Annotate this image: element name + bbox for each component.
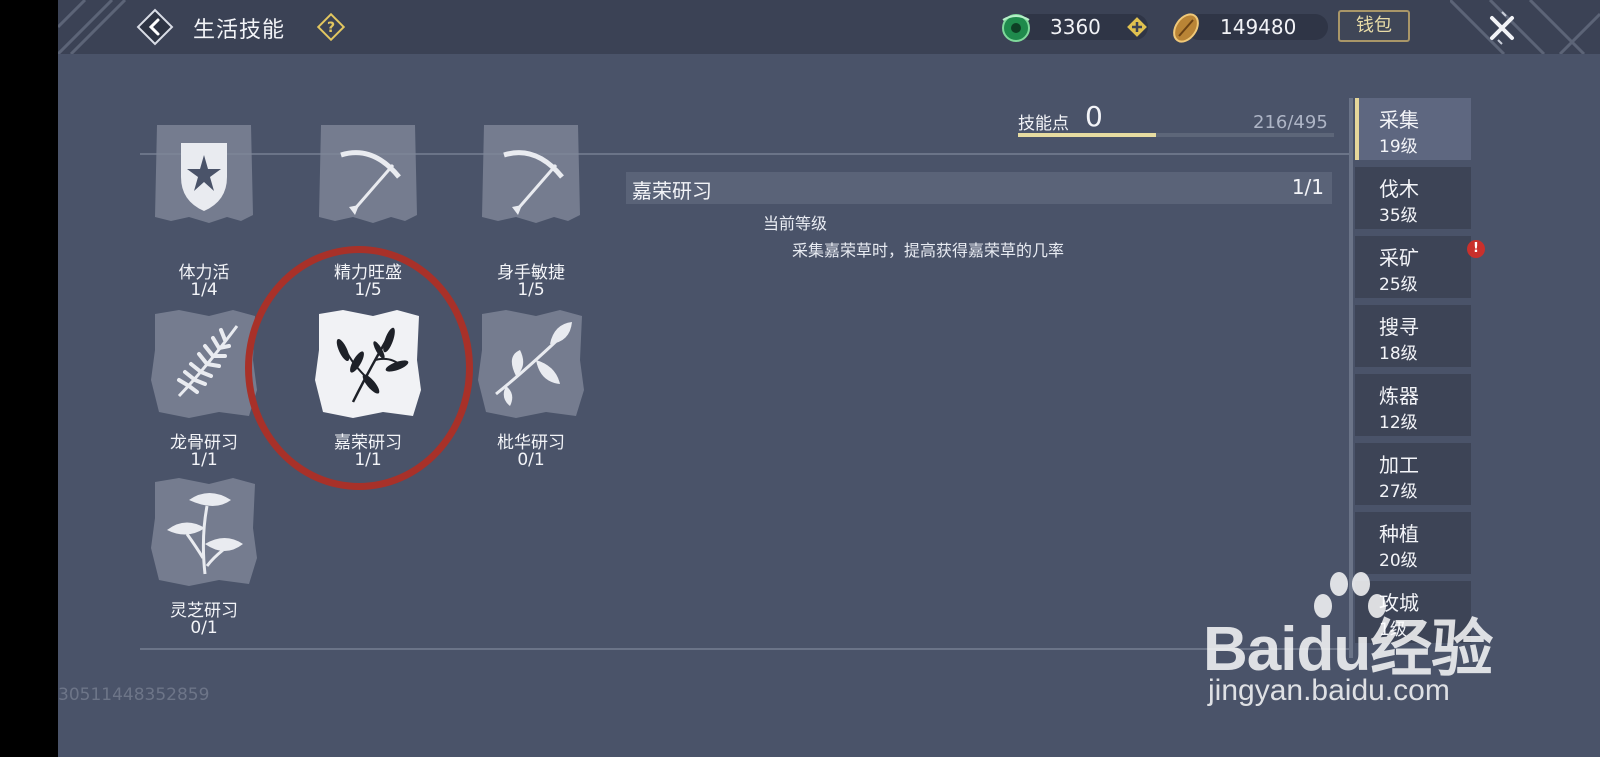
jade-amount: 3360 <box>1050 15 1101 39</box>
watermark-url: jingyan.baidu.com <box>1208 674 1450 707</box>
skill-points-progress-fill <box>1018 133 1156 137</box>
tab-level: 25级 <box>1379 275 1418 295</box>
detail-skill-name: 嘉荣研习 <box>632 179 712 203</box>
tab-level: 27级 <box>1379 482 1418 502</box>
alert-badge-icon: ! <box>1467 240 1485 258</box>
jade-coin-icon <box>1002 14 1030 42</box>
tab-level: 18级 <box>1379 344 1418 364</box>
close-x-icon <box>1490 11 1514 45</box>
divider <box>140 648 1350 650</box>
detail-level-label: 当前等级 <box>763 214 828 233</box>
coin-amount: 149480 <box>1220 15 1297 39</box>
build-code: 30511448352859 <box>58 685 210 705</box>
back-button[interactable] <box>136 8 174 46</box>
add-jade-button[interactable] <box>1126 16 1148 38</box>
tab-souxun[interactable]: 搜寻 18级 <box>1355 305 1471 367</box>
skill-points-label: 技能点 <box>1018 114 1069 134</box>
tab-label: 加工 <box>1379 453 1419 477</box>
tab-level: 12级 <box>1379 413 1418 433</box>
detail-skill-count: 1/1 <box>1291 175 1324 199</box>
skill-level: 1/4 <box>190 280 218 300</box>
ornament-pattern-icon <box>1450 0 1600 54</box>
fern-leaf-icon <box>151 310 257 418</box>
page-title: 生活技能 <box>193 18 286 43</box>
ornament-pattern-icon <box>58 0 127 54</box>
baidu-watermark: Baidu经验 jingyan.baidu.com <box>1203 568 1593 718</box>
tab-label: 种植 <box>1379 522 1419 546</box>
skill-points-progress-text: 216/495 <box>1253 112 1328 133</box>
skill-level: 1/1 <box>190 450 218 470</box>
bow-arrow-icon <box>482 125 580 223</box>
life-skills-screen: 生活技能 ? 3360 149480 钱包 技能点 0 216/495 体力活 … <box>58 0 1600 757</box>
skill-level: 0/1 <box>190 618 218 638</box>
selection-highlight-circle <box>245 246 473 490</box>
close-button[interactable] <box>1482 8 1522 48</box>
coin-currency: 149480 <box>1168 10 1328 44</box>
skill-level: 1/5 <box>517 280 545 300</box>
bow-arrow-icon <box>319 125 417 223</box>
back-arrow-icon <box>136 8 174 46</box>
skill-points-value: 0 <box>1085 100 1103 133</box>
tab-caikuang[interactable]: 采矿 25级 ! <box>1355 236 1485 298</box>
skill-item-lingzhi[interactable]: 灵芝研习 0/1 <box>144 478 264 640</box>
tab-zhongzhi[interactable]: 种植 20级 <box>1355 512 1471 574</box>
tab-level: 19级 <box>1379 137 1418 157</box>
skill-points-progress-bar <box>1018 133 1334 137</box>
wallet-button[interactable]: 钱包 <box>1338 10 1410 42</box>
tab-famu[interactable]: 伐木 35级 <box>1355 167 1471 229</box>
tab-lianqi[interactable]: 炼器 12级 <box>1355 374 1471 436</box>
skill-level: 0/1 <box>517 450 545 470</box>
tab-caiji[interactable]: 采集 19级 <box>1355 98 1471 160</box>
skill-item-shenshou[interactable]: 身手敏捷 1/5 <box>471 125 591 305</box>
tab-label: 采集 <box>1379 108 1419 132</box>
svg-text:?: ? <box>327 20 335 36</box>
shield-star-icon <box>155 125 253 223</box>
tab-label: 搜寻 <box>1379 315 1419 339</box>
tab-label: 采矿 <box>1379 246 1419 270</box>
lingzhi-mushroom-icon <box>151 478 257 586</box>
detail-description: 采集嘉荣草时，提高获得嘉荣草的几率 <box>792 241 1065 260</box>
tab-level: 35级 <box>1379 206 1418 226</box>
help-button[interactable]: ? <box>316 12 346 42</box>
plus-icon <box>1127 17 1147 37</box>
question-diamond-icon: ? <box>316 12 346 42</box>
tab-jiagong[interactable]: 加工 27级 <box>1355 443 1471 505</box>
top-bar: 生活技能 ? 3360 149480 钱包 <box>58 0 1600 54</box>
leafy-branch-icon <box>478 310 584 418</box>
tab-label: 伐木 <box>1379 177 1419 201</box>
skill-item-pihua[interactable]: 枇华研习 0/1 <box>471 310 591 470</box>
skill-detail-header: 嘉荣研习 1/1 <box>626 172 1332 204</box>
skill-item-tili[interactable]: 体力活 1/4 <box>144 125 264 305</box>
copper-coin-icon <box>1173 13 1199 43</box>
tab-label: 炼器 <box>1379 384 1419 408</box>
